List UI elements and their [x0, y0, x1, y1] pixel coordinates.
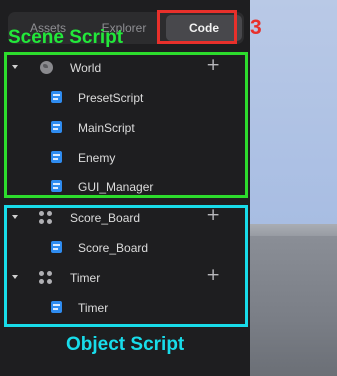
- scene-viewport[interactable]: [250, 0, 337, 376]
- ground-block: [250, 236, 337, 376]
- object-script-label: Object Script: [66, 334, 185, 355]
- step-number: 3: [250, 16, 262, 39]
- code-tab-highlight: [157, 10, 237, 44]
- scene-script-label: Scene Script: [8, 27, 124, 48]
- scene-script-highlight: [4, 52, 248, 198]
- object-script-highlight: [4, 205, 248, 327]
